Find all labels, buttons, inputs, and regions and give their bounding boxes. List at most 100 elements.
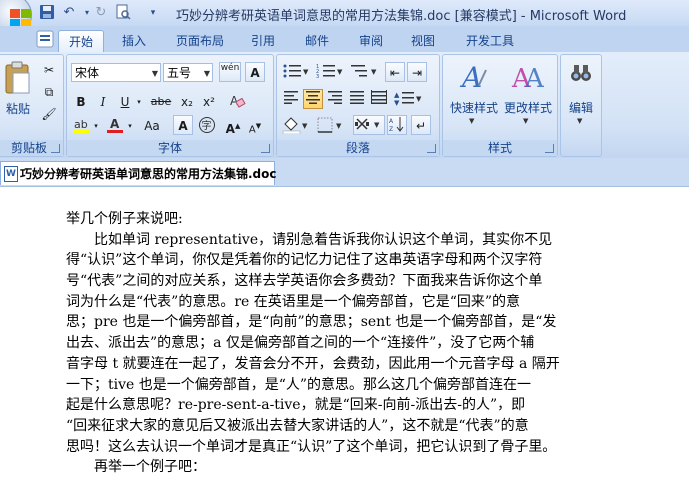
chinese-layout-icon[interactable]: ▼ bbox=[353, 115, 385, 135]
line-spacing-icon[interactable]: ▲ ▼ ▼ bbox=[393, 89, 425, 109]
tab-developer[interactable]: 开发工具 bbox=[460, 30, 520, 52]
tab-page-layout[interactable]: 页面布局 bbox=[170, 30, 230, 52]
bold-button[interactable]: B bbox=[71, 91, 91, 111]
word-document-icon: W bbox=[4, 166, 18, 182]
underline-dropdown-icon[interactable]: ▾ bbox=[134, 91, 144, 111]
quick-styles-label: 快速样式 bbox=[449, 101, 498, 115]
char-border-button[interactable]: A bbox=[245, 62, 265, 82]
font-launcher-icon[interactable] bbox=[261, 144, 270, 153]
tab-view[interactable]: 视图 bbox=[404, 30, 442, 52]
tab-home[interactable]: 开始 bbox=[58, 30, 104, 53]
text-line: 思；pre 也是一个偏旁部首，是“向前”的意思；sent 也是一个偏旁部首，是“… bbox=[66, 314, 557, 331]
show-marks-icon[interactable]: ↵ bbox=[411, 115, 431, 135]
shrink-font-button[interactable]: A▼ bbox=[245, 115, 265, 135]
grow-font-button[interactable]: A▲ bbox=[223, 115, 243, 136]
tab-references[interactable]: 引用 bbox=[244, 30, 282, 52]
document-body[interactable]: 举几个例子来说吧: 比如单词 representative，请别急着告诉我你认识… bbox=[66, 209, 626, 478]
styles-group: A 快速样式 ▼ A A 更改样式 ▼ 样式 bbox=[442, 54, 558, 157]
borders-icon[interactable]: ▼ bbox=[315, 115, 345, 135]
text-line: 出去、派出去”的意思；a 仅是偏旁部首之间的一个“连接件”，没了它两个辅 bbox=[66, 335, 535, 352]
italic-button[interactable]: I bbox=[93, 91, 113, 111]
tab-insert[interactable]: 插入 bbox=[112, 30, 156, 52]
align-left-icon[interactable] bbox=[281, 89, 301, 109]
change-styles-icon: A A bbox=[511, 64, 545, 91]
format-painter-icon[interactable]: 🖌 bbox=[39, 103, 59, 123]
enclose-char-button[interactable]: 字 bbox=[197, 115, 217, 135]
print-preview-icon[interactable] bbox=[114, 4, 132, 22]
highlight-button[interactable]: ab bbox=[71, 115, 91, 135]
font-color-button[interactable]: A bbox=[105, 115, 125, 135]
tab-mailings[interactable]: 邮件 bbox=[298, 30, 336, 52]
title-bar: ↶ ▾ ↻ ▾ 巧妙分辨考研英语单词意思的常用方法集锦.doc [兼容模式] -… bbox=[0, 0, 689, 36]
align-center-icon[interactable] bbox=[303, 89, 323, 109]
subscript-button[interactable]: x₂ bbox=[177, 91, 197, 111]
clipboard-launcher-icon[interactable] bbox=[51, 144, 60, 153]
multilevel-list-icon[interactable]: ▼ bbox=[349, 62, 379, 82]
font-name-combo[interactable]: 宋体 ▼ bbox=[71, 63, 161, 82]
text-line: 一下；tive 也是一个偏旁部首，是“人”的意思。那么这几个偏旁部首连在一 bbox=[66, 376, 532, 393]
text-line: 比如单词 representative，请别急着告诉我你认识这个单词，其实你不见 bbox=[66, 231, 553, 248]
font-name-value: 宋体 bbox=[75, 66, 100, 80]
superscript-button[interactable]: x² bbox=[199, 91, 219, 111]
text-line: 号“代表”之间的对应关系，这样去学英语你会多费劲？下面我来告诉你这个单 bbox=[66, 273, 543, 290]
increase-indent-icon[interactable]: ⇥ bbox=[407, 62, 427, 82]
svg-text:▼: ▼ bbox=[374, 121, 380, 129]
document-tab[interactable]: W 巧妙分辨考研英语单词意思的常用方法集锦.doc bbox=[0, 161, 277, 185]
redo-icon[interactable]: ↻ bbox=[92, 4, 110, 22]
paste-button[interactable]: 粘贴 bbox=[3, 61, 33, 116]
justify-icon[interactable] bbox=[347, 89, 367, 109]
tab-review[interactable]: 审阅 bbox=[352, 30, 390, 52]
strikethrough-button[interactable]: abe bbox=[147, 91, 175, 111]
shading-icon[interactable]: ▼ bbox=[281, 115, 311, 135]
paragraph-launcher-icon[interactable] bbox=[427, 144, 436, 153]
editing-button[interactable]: 编辑 ▼ bbox=[564, 59, 598, 135]
binoculars-icon bbox=[571, 65, 591, 81]
document-page[interactable]: 举几个例子来说吧: 比如单词 representative，请别急着告诉我你认识… bbox=[0, 187, 689, 475]
change-styles-button[interactable]: A A 更改样式 ▼ bbox=[501, 59, 555, 135]
paste-label: 粘贴 bbox=[5, 102, 30, 116]
underline-button[interactable]: U bbox=[115, 91, 135, 111]
undo-icon[interactable]: ↶ bbox=[60, 4, 78, 22]
svg-text:3: 3 bbox=[316, 74, 319, 79]
char-shading-button[interactable]: A bbox=[173, 115, 193, 135]
cut-icon[interactable]: ✂ bbox=[39, 59, 59, 79]
font-group-label: 字体 bbox=[67, 140, 273, 156]
change-case-button[interactable]: Aa bbox=[139, 115, 165, 135]
text-line: 音字母 t 就要连在一起了，发音会分不开，会费劲，因此用一个元音字母 a 隔开 bbox=[66, 355, 560, 372]
change-styles-label: 更改样式 bbox=[503, 101, 552, 115]
save-icon[interactable] bbox=[38, 4, 56, 22]
chevron-down-icon: ▼ bbox=[469, 117, 475, 125]
sort-icon[interactable]: AZ bbox=[387, 115, 407, 135]
text-line: 思吗！这么去认识一个单词才是真正“认识”了这个单词，把它认识到了骨子里。 bbox=[66, 438, 557, 455]
text-line: 起是什么意思呢？re-pre-sent-a-tive，就是“回来-向前-派出去-… bbox=[66, 397, 526, 414]
styles-launcher-icon[interactable] bbox=[545, 144, 554, 153]
svg-text:ab: ab bbox=[74, 118, 88, 131]
clear-formatting-icon[interactable]: A bbox=[227, 91, 247, 111]
svg-text:A: A bbox=[524, 64, 545, 91]
svg-text:▼: ▼ bbox=[302, 122, 308, 130]
text-line: 词为什么是“代表”的意思。re 在英语里是一个偏旁部首，它是“回来”的意 bbox=[66, 293, 521, 310]
quick-styles-button[interactable]: A 快速样式 ▼ bbox=[447, 59, 501, 135]
phonetic-guide-button[interactable]: wén bbox=[219, 62, 241, 82]
clipboard-group: 粘贴 ✂ ⧉ 🖌 剪贴板 bbox=[0, 54, 64, 157]
svg-text:A: A bbox=[389, 118, 394, 125]
svg-text:▼: ▼ bbox=[337, 68, 343, 76]
decrease-indent-icon[interactable]: ⇤ bbox=[385, 62, 405, 82]
chevron-down-icon: ▼ bbox=[203, 69, 210, 78]
ribbon-tabs: 开始 插入 页面布局 引用 邮件 审阅 视图 开发工具 bbox=[0, 26, 689, 53]
svg-text:▼: ▼ bbox=[303, 68, 309, 76]
font-color-dropdown-icon[interactable]: ▾ bbox=[125, 115, 135, 135]
document-tab-bar: W 巧妙分辨考研英语单词意思的常用方法集锦.doc bbox=[0, 158, 689, 187]
chevron-down-icon: ▼ bbox=[151, 69, 158, 78]
customize-icon[interactable]: ▾ bbox=[144, 4, 162, 22]
svg-text:字: 字 bbox=[202, 119, 212, 132]
font-size-combo[interactable]: 五号 ▼ bbox=[163, 63, 213, 82]
numbering-icon[interactable]: 1 2 3 ▼ bbox=[315, 62, 345, 82]
align-right-icon[interactable] bbox=[325, 89, 345, 109]
text-line: 得“认识”这个单词，你仅是凭着你的记忆力记住了这串英语字母和两个汉字符 bbox=[66, 252, 543, 269]
editing-group: 编辑 ▼ bbox=[560, 54, 602, 157]
copy-icon[interactable]: ⧉ bbox=[39, 81, 59, 101]
highlight-dropdown-icon[interactable]: ▾ bbox=[91, 115, 101, 135]
distributed-icon[interactable] bbox=[369, 89, 389, 109]
bullets-icon[interactable]: ▼ bbox=[281, 62, 311, 82]
